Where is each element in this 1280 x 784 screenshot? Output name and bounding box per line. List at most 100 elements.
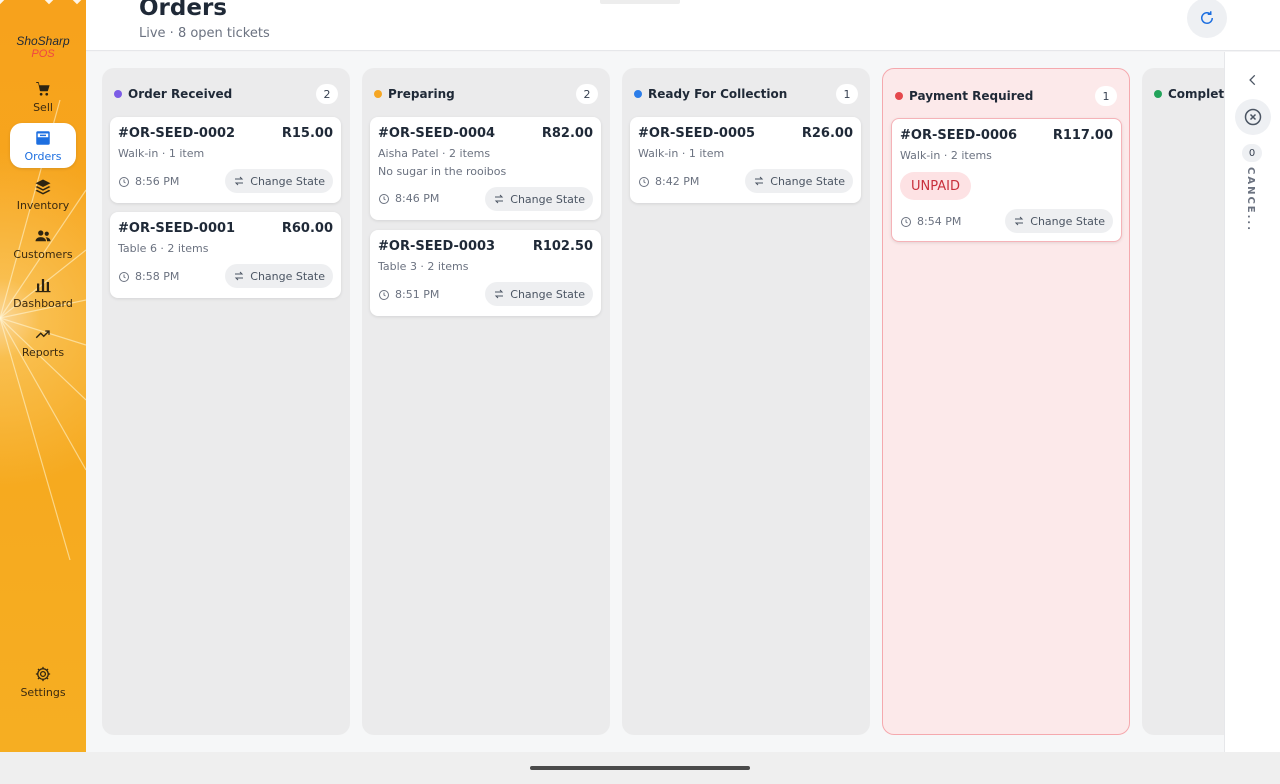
sidebar-item-label: Settings: [20, 685, 66, 699]
change-state-button[interactable]: Change State: [1005, 209, 1113, 233]
clock-icon: [119, 271, 129, 282]
gear-icon: [35, 666, 51, 681]
column-count: 2: [576, 84, 598, 104]
brand-name: ShoSharp: [16, 34, 70, 48]
order-time: 8:51 PM: [378, 288, 439, 301]
sidebar: ShoSharp POS Sell Orders Inventory Custo…: [0, 0, 86, 752]
order-time: 8:58 PM: [118, 270, 179, 283]
close-circle-icon: [1244, 108, 1262, 126]
column-count: 1: [1095, 86, 1117, 106]
change-state-label: Change State: [770, 174, 845, 188]
change-state-label: Change State: [1030, 214, 1105, 228]
order-amount: R82.00: [541, 126, 593, 141]
column-count: 2: [316, 84, 338, 104]
order-meta: Walk-in · 1 item: [638, 147, 725, 160]
order-time: 8:54 PM: [900, 215, 961, 228]
sidebar-item-reports[interactable]: Reports: [10, 319, 76, 364]
order-card[interactable]: #OR-SEED-0006 R117.00 Walk-in · 2 items …: [891, 118, 1122, 242]
sidebar-item-label: Inventory: [16, 198, 70, 212]
order-id: #OR-SEED-0005: [638, 126, 756, 141]
page-subtitle: Live · 8 open tickets: [139, 26, 270, 41]
change-state-button[interactable]: Change State: [745, 169, 853, 193]
swap-icon: [495, 289, 504, 299]
order-card[interactable]: #OR-SEED-0002 R15.00 Walk-in · 1 item 8:…: [110, 117, 341, 203]
order-amount: R26.00: [801, 126, 853, 141]
order-meta: Walk-in · 1 item: [118, 147, 205, 160]
status-dot: [114, 90, 122, 98]
clock-icon: [639, 176, 649, 187]
order-id: #OR-SEED-0003: [378, 239, 496, 254]
clock-icon: [379, 289, 389, 300]
refresh-button[interactable]: [1187, 0, 1227, 38]
trend-icon: [35, 329, 50, 338]
order-card[interactable]: #OR-SEED-0003 R102.50 Table 3 · 2 items …: [370, 230, 601, 316]
cancelled-filter-button[interactable]: [1235, 99, 1271, 135]
order-amount: R15.00: [281, 126, 333, 141]
order-time-text: 8:46 PM: [395, 192, 440, 205]
order-time: 8:42 PM: [638, 175, 699, 188]
column-header: Payment Required 1: [895, 86, 1117, 106]
column-count: 1: [836, 84, 858, 104]
column-ready-for-collection: Ready For Collection 1 #OR-SEED-0005 R26…: [622, 68, 870, 735]
order-amount: R60.00: [281, 221, 333, 236]
sidebar-item-settings[interactable]: Settings: [10, 659, 76, 704]
order-meta: Aisha Patel · 2 items: [378, 147, 491, 160]
change-state-button[interactable]: Change State: [225, 264, 333, 288]
chevron-left-icon: [1249, 74, 1256, 86]
order-card[interactable]: #OR-SEED-0001 R60.00 Table 6 · 2 items 8…: [110, 212, 341, 298]
sidebar-item-label: Customers: [13, 247, 73, 261]
order-note: No sugar in the rooibos: [378, 165, 507, 178]
change-state-button[interactable]: Change State: [225, 169, 333, 193]
bar-chart-icon: [35, 278, 51, 292]
collapse-drawer-button[interactable]: [1246, 72, 1260, 92]
change-state-button[interactable]: Change State: [485, 282, 593, 306]
order-amount: R117.00: [1052, 128, 1113, 143]
order-time-text: 8:42 PM: [655, 175, 700, 188]
refresh-icon: [1201, 11, 1213, 24]
change-state-label: Change State: [510, 192, 585, 206]
cancelled-label: CANCE...: [1245, 167, 1256, 233]
order-card[interactable]: #OR-SEED-0004 R82.00 Aisha Patel · 2 ite…: [370, 117, 601, 220]
brand-logo: ShoSharp POS: [0, 35, 86, 61]
column-title: Completed: [1168, 87, 1224, 101]
order-card[interactable]: #OR-SEED-0005 R26.00 Walk-in · 1 item 8:…: [630, 117, 861, 203]
unpaid-badge: UNPAID: [900, 172, 971, 200]
system-bottom-bar: [0, 752, 1280, 784]
column-title: Ready For Collection: [648, 87, 788, 101]
status-dot: [634, 90, 642, 98]
home-indicator[interactable]: [530, 766, 750, 770]
column-completed: Completed: [1142, 68, 1224, 735]
column-order-received: Order Received 2 #OR-SEED-0002 R15.00 Wa…: [102, 68, 350, 735]
brand-sub: POS: [31, 48, 55, 60]
clock-icon: [119, 176, 129, 187]
swap-icon: [1015, 216, 1024, 226]
sidebar-item-label: Orders: [24, 149, 62, 163]
page-header: Orders Live · 8 open tickets: [86, 0, 1280, 51]
change-state-label: Change State: [510, 287, 585, 301]
order-id: #OR-SEED-0004: [378, 126, 496, 141]
clock-icon: [379, 193, 389, 204]
sidebar-item-label: Sell: [33, 100, 53, 114]
order-time: 8:56 PM: [118, 175, 179, 188]
column-header: Completed: [1154, 84, 1224, 104]
column-header: Order Received 2: [114, 84, 338, 104]
status-dot: [1154, 90, 1162, 98]
cart-icon: [36, 81, 50, 96]
sidebar-item-customers[interactable]: Customers: [10, 221, 76, 266]
sidebar-item-sell[interactable]: Sell: [10, 74, 76, 119]
column-title: Payment Required: [909, 89, 1034, 103]
sidebar-item-dashboard[interactable]: Dashboard: [10, 270, 76, 315]
kanban-board: Order Received 2 #OR-SEED-0002 R15.00 Wa…: [86, 52, 1224, 752]
sidebar-item-orders[interactable]: Orders: [10, 123, 76, 168]
sidebar-item-inventory[interactable]: Inventory: [10, 172, 76, 217]
column-header: Preparing 2: [374, 84, 598, 104]
swap-icon: [755, 176, 764, 186]
clock-icon: [901, 216, 911, 227]
swap-icon: [235, 271, 244, 281]
column-title: Preparing: [388, 87, 455, 101]
status-dot: [374, 90, 382, 98]
order-meta: Walk-in · 2 items: [900, 149, 992, 162]
order-amount: R102.50: [532, 239, 593, 254]
order-time: 8:46 PM: [378, 192, 439, 205]
change-state-button[interactable]: Change State: [485, 187, 593, 211]
